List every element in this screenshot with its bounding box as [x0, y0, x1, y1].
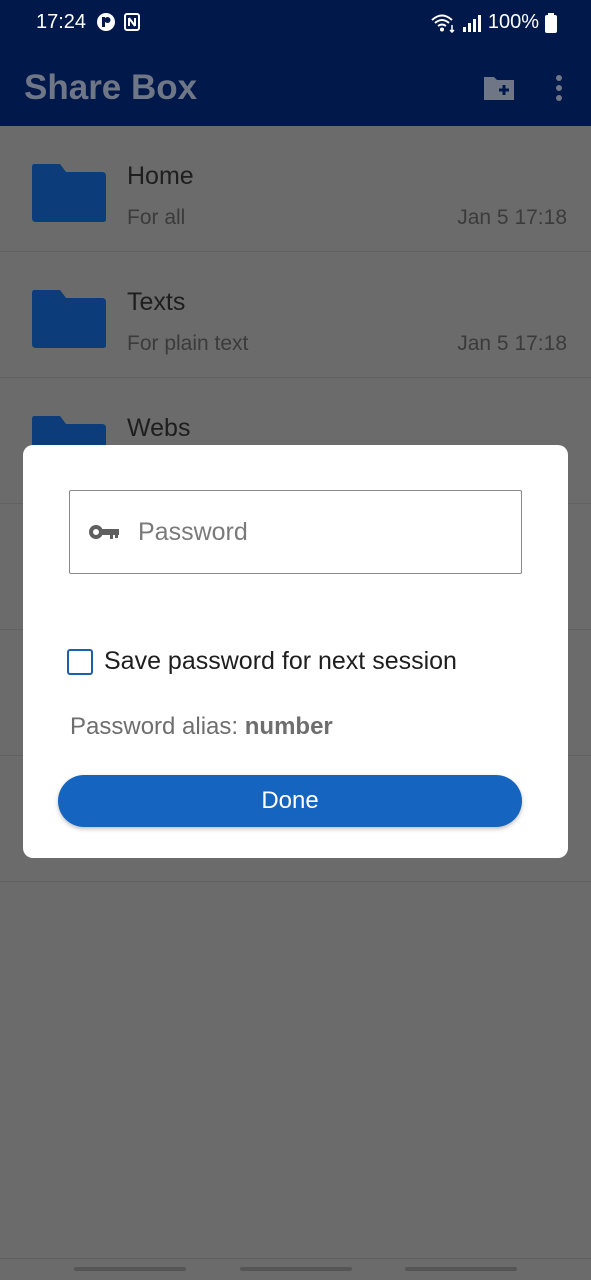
nav-handle[interactable]	[74, 1267, 186, 1271]
nav-handle[interactable]	[240, 1267, 352, 1271]
sim-icon	[124, 13, 140, 31]
app-notification-icon	[97, 13, 115, 31]
new-folder-icon[interactable]	[481, 70, 517, 106]
save-password-checkbox[interactable]	[67, 648, 93, 675]
list-item[interactable]: Texts For plain text Jan 5 17:18	[0, 252, 591, 378]
status-bar: 17:24 100%	[0, 0, 591, 48]
app-bar: Share Box	[0, 48, 591, 126]
battery-percent: 100%	[487, 11, 539, 33]
save-password-label[interactable]: Save password for next session	[104, 647, 457, 676]
key-icon	[89, 525, 119, 539]
password-alias-label: Password alias:	[70, 713, 239, 740]
more-vert-icon[interactable]	[541, 70, 577, 106]
list-item-date: Jan 5 17:18	[457, 332, 567, 355]
password-input[interactable]	[138, 511, 508, 553]
list-item[interactable]: Home For all Jan 5 17:18	[0, 126, 591, 252]
list-item-name: Webs	[127, 414, 191, 442]
list-item-date: Jan 5 17:18	[457, 206, 567, 229]
list-item-name: Home	[127, 162, 194, 190]
folder-icon	[32, 164, 106, 222]
password-alias-value: number	[244, 713, 333, 740]
list-item-description: For all	[127, 206, 186, 229]
status-right: 100%	[430, 11, 557, 34]
password-field[interactable]	[69, 490, 522, 574]
battery-icon	[545, 12, 557, 33]
done-button[interactable]: Done	[58, 775, 522, 827]
save-password-row[interactable]: Save password for next session	[67, 647, 457, 676]
nav-handle[interactable]	[405, 1267, 517, 1271]
signal-icon	[462, 14, 481, 32]
app-title: Share Box	[24, 68, 198, 107]
status-time: 17:24	[36, 11, 87, 33]
password-dialog: Save password for next session Password …	[23, 445, 568, 858]
folder-icon	[32, 290, 106, 348]
list-item-description: For plain text	[127, 332, 249, 355]
list-item-name: Texts	[127, 288, 186, 316]
wifi-icon	[431, 14, 455, 33]
navigation-bar	[0, 1258, 591, 1280]
password-alias: Password alias: number	[70, 713, 333, 741]
